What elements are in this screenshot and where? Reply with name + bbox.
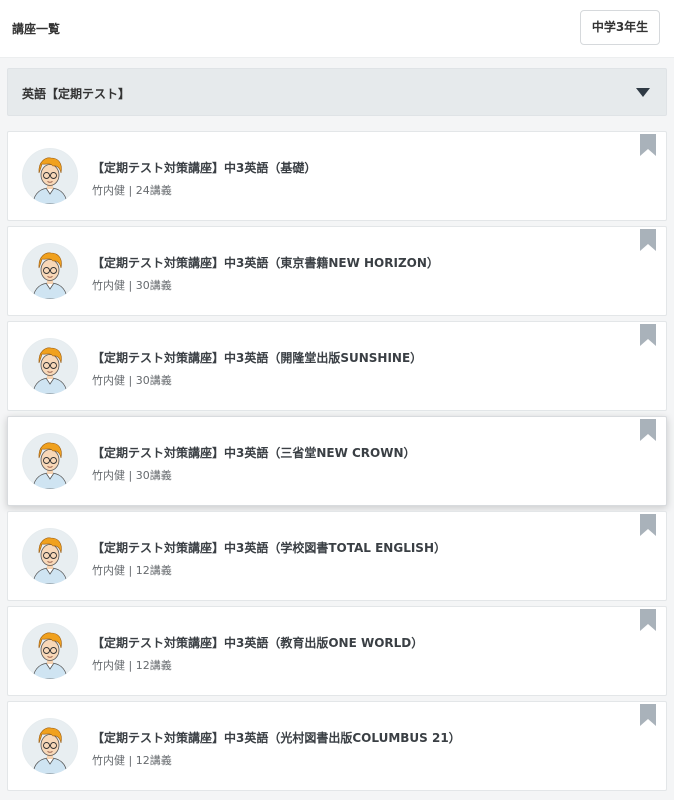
header-bar: 講座一覧 中学3年生 bbox=[0, 0, 674, 58]
bookmark-icon[interactable] bbox=[640, 229, 656, 251]
bookmark-icon[interactable] bbox=[640, 609, 656, 631]
course-title: 【定期テスト対策講座】中3英語（東京書籍NEW HORIZON） bbox=[92, 256, 439, 270]
teacher-avatar bbox=[22, 243, 78, 299]
course-card[interactable]: 【定期テスト対策講座】中3英語（開隆堂出版SUNSHINE） 竹内健 | 30講… bbox=[7, 321, 667, 411]
teacher-avatar bbox=[22, 718, 78, 774]
teacher-avatar bbox=[22, 623, 78, 679]
bookmark-icon[interactable] bbox=[640, 324, 656, 346]
bookmark-icon[interactable] bbox=[640, 514, 656, 536]
bookmark-icon[interactable] bbox=[640, 704, 656, 726]
caret-down-icon bbox=[636, 88, 650, 97]
teacher-avatar bbox=[22, 528, 78, 584]
course-meta: 竹内健 | 30講義 bbox=[92, 279, 172, 292]
course-meta: 竹内健 | 24講義 bbox=[92, 184, 172, 197]
course-meta: 竹内健 | 12講義 bbox=[92, 754, 172, 767]
category-dropdown[interactable]: 英語【定期テスト】 bbox=[7, 68, 667, 116]
teacher-avatar bbox=[22, 338, 78, 394]
course-title: 【定期テスト対策講座】中3英語（光村図書出版COLUMBUS 21） bbox=[92, 731, 461, 745]
course-title: 【定期テスト対策講座】中3英語（三省堂NEW CROWN） bbox=[92, 446, 416, 460]
bookmark-icon[interactable] bbox=[640, 419, 656, 441]
course-title: 【定期テスト対策講座】中3英語（基礎） bbox=[92, 161, 317, 175]
course-card[interactable]: 【定期テスト対策講座】中3英語（東京書籍NEW HORIZON） 竹内健 | 3… bbox=[7, 226, 667, 316]
bookmark-icon[interactable] bbox=[640, 134, 656, 156]
course-card[interactable]: 【定期テスト対策講座】中3英語（光村図書出版COLUMBUS 21） 竹内健 |… bbox=[7, 701, 667, 791]
teacher-avatar bbox=[22, 148, 78, 204]
teacher-avatar bbox=[22, 433, 78, 489]
course-meta: 竹内健 | 30講義 bbox=[92, 469, 172, 482]
course-meta: 竹内健 | 12講義 bbox=[92, 564, 172, 577]
course-card[interactable]: 【定期テスト対策講座】中3英語（基礎） 竹内健 | 24講義 bbox=[7, 131, 667, 221]
course-title: 【定期テスト対策講座】中3英語（開隆堂出版SUNSHINE） bbox=[92, 351, 423, 365]
course-meta: 竹内健 | 30講義 bbox=[92, 374, 172, 387]
course-card[interactable]: 【定期テスト対策講座】中3英語（学校図書TOTAL ENGLISH） 竹内健 |… bbox=[7, 511, 667, 601]
course-card[interactable]: 【定期テスト対策講座】中3英語（三省堂NEW CROWN） 竹内健 | 30講義 bbox=[7, 416, 667, 506]
course-meta: 竹内健 | 12講義 bbox=[92, 659, 172, 672]
course-title: 【定期テスト対策講座】中3英語（教育出版ONE WORLD） bbox=[92, 636, 424, 650]
page-title: 講座一覧 bbox=[12, 22, 61, 36]
course-card[interactable]: 【定期テスト対策講座】中3英語（教育出版ONE WORLD） 竹内健 | 12講… bbox=[7, 606, 667, 696]
course-title: 【定期テスト対策講座】中3英語（学校図書TOTAL ENGLISH） bbox=[92, 541, 446, 555]
category-label: 英語【定期テスト】 bbox=[22, 87, 131, 101]
grade-select-button[interactable]: 中学3年生 bbox=[580, 10, 660, 45]
